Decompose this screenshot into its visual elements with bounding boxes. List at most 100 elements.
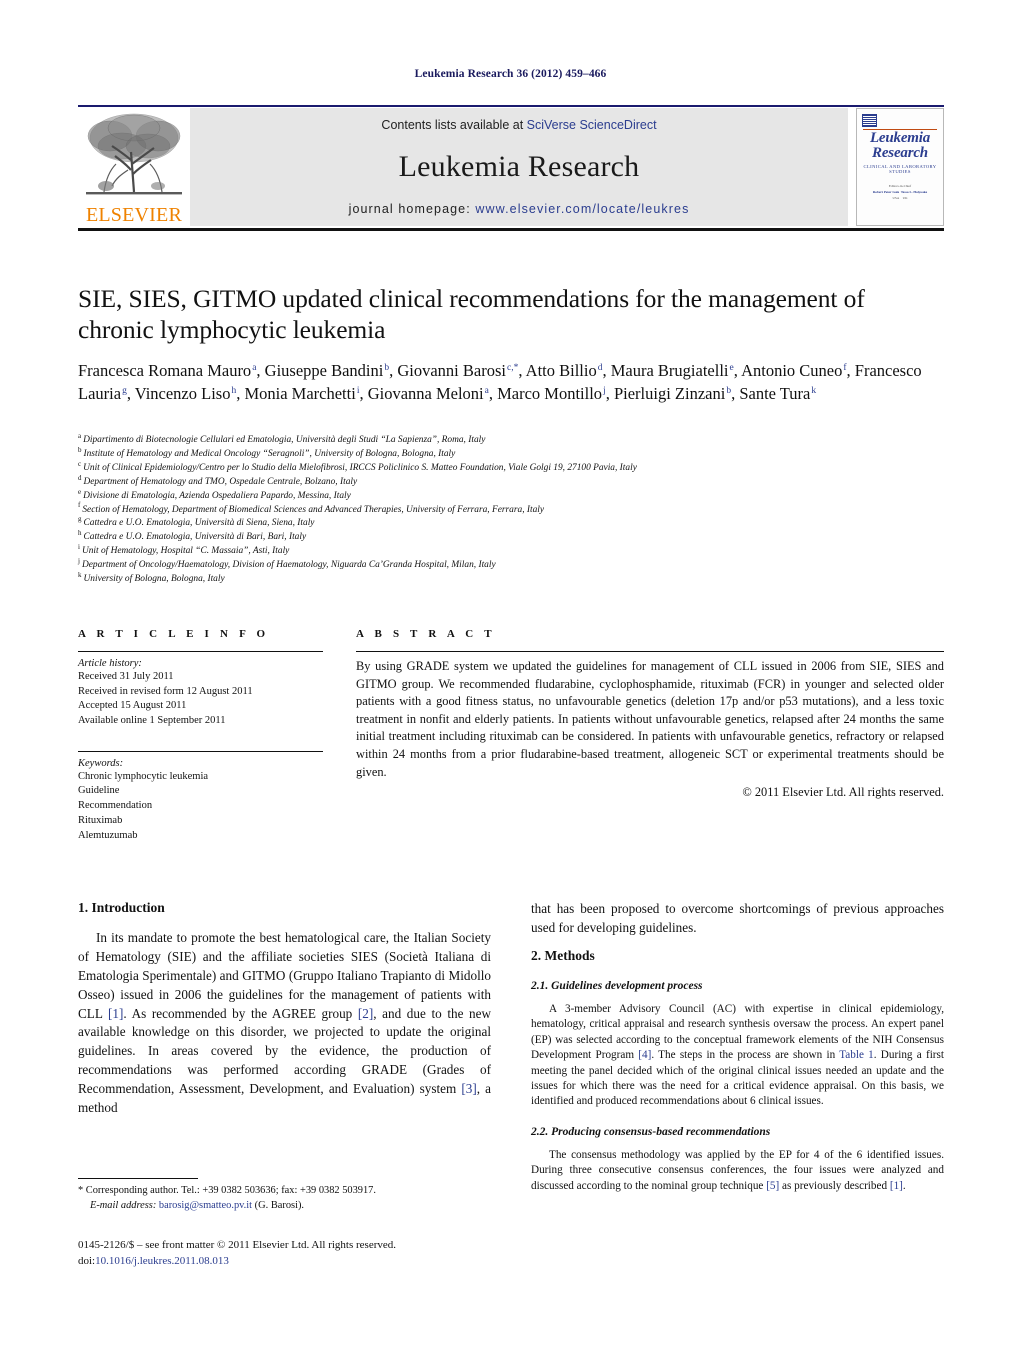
title-block: SIE, SIES, GITMO updated clinical recomm… [78, 283, 944, 405]
email-label: E-mail address: [90, 1199, 157, 1211]
paper-page: Leukemia Research 36 (2012) 459–466 ELSE… [0, 0, 1021, 1351]
email-link[interactable]: barosig@smatteo.pv.it [159, 1200, 252, 1211]
citation-5[interactable]: [5] [766, 1180, 779, 1192]
cover-editor-b: Tessa L. Holyoake [900, 189, 928, 194]
journal-masthead: ELSEVIER Contents lists available at Sci… [78, 105, 944, 231]
affiliation-text: Department of Oncology/Haematology, Divi… [81, 560, 496, 571]
cover-publisher-badge-icon [862, 114, 877, 127]
citation-2[interactable]: [2] [358, 1006, 373, 1021]
author-separator: , [126, 384, 135, 404]
affiliation-item: e Divisione di Ematologia, Azienda Ospeda… [78, 488, 944, 504]
author-name: Giovanna Meloni [367, 384, 484, 404]
article-info-column: A R T I C L E I N F O Article history: R… [78, 628, 323, 843]
keyword-item: Alemtuzumab [78, 829, 138, 841]
affiliation-text: Cattedra e U.O. Ematologia, Università d… [83, 518, 315, 529]
elsevier-logo: ELSEVIER [78, 108, 190, 226]
cover-editors-block: Editors-in-Chief Robert Peter Gale Tessa… [861, 183, 939, 201]
table-1-link[interactable]: Table 1 [839, 1049, 874, 1061]
affiliation-item: k University of Bologna, Bologna, Italy [78, 571, 944, 587]
journal-banner: Contents lists available at SciVerse Sci… [190, 108, 848, 226]
corresponding-author-footnote: * Corresponding author. Tel.: +39 0382 5… [78, 1178, 491, 1214]
author-separator: , [602, 361, 611, 381]
abstract-rule [356, 651, 944, 652]
author-name: Sante Tura [739, 384, 811, 404]
author-name: Marco Montillo [497, 384, 603, 404]
affiliation-item: g Cattedra e U.O. Ematologia, Università … [78, 516, 944, 531]
keyword-item: Guideline [78, 785, 120, 797]
keywords-lines: Chronic lymphocytic leukemia Guideline Rec… [78, 770, 323, 843]
article-history-item: Available online 1 September 2011 [78, 715, 226, 727]
subsection-heading-guidelines-development: 2.1. Guidelines development process [531, 979, 703, 992]
article-history-item: Accepted 15 August 2011 [78, 700, 187, 712]
homepage-url-link[interactable]: www.elsevier.com/locate/leukres [475, 202, 689, 216]
author-separator: , [846, 361, 855, 381]
article-history-item: Received in revised form 12 August 2011 [78, 685, 253, 697]
affiliation-item: d Department of Hematology and TMO, Osped… [78, 474, 944, 490]
author-separator: , [605, 384, 614, 404]
affiliation-item: f Section of Hematology, Department of Bi… [78, 502, 944, 518]
doi-label: doi: [78, 1254, 96, 1267]
sciencedirect-link[interactable]: SciVerse ScienceDirect [527, 118, 657, 132]
affiliation-text: Cattedra e U.O. Ematologia, Università d… [83, 532, 307, 543]
section-heading-methods: 2. Methods [531, 947, 595, 963]
author-separator: , [518, 361, 526, 381]
article-history-title: Article history: [78, 658, 142, 669]
abstract-column: A B S T R A C T By using GRADE system we… [356, 628, 944, 843]
methods-paragraph-2: The consensus methodology was applied by… [531, 1148, 944, 1194]
cover-editor-a: Robert Peter Gale [872, 189, 900, 194]
footnote-rule [78, 1178, 198, 1179]
journal-cover-thumbnail: Leukemia Research Clinical and Laborator… [856, 108, 944, 226]
citation-4[interactable]: [4] [638, 1049, 651, 1061]
elsevier-tree-icon [86, 113, 182, 195]
abstract-heading: A B S T R A C T [356, 628, 496, 640]
doi-link[interactable]: 10.1016/j.leukres.2011.08.013 [95, 1255, 229, 1267]
abstract-text: By using GRADE system we updated the gui… [356, 659, 944, 779]
cover-editor-a-country: USA [892, 195, 900, 200]
author-affiliation-marker: k [811, 385, 817, 396]
methods1-text-b: . The steps in the process are shown in [651, 1049, 840, 1062]
body-columns: 1. Introduction In its mandate to promot… [78, 900, 944, 1204]
author-name: Monia Marchetti [244, 384, 356, 404]
cover-title-line2: Research [872, 145, 928, 162]
author-name: Vincenzo Liso [134, 384, 231, 404]
methods2-text-b: as previously described [779, 1179, 890, 1192]
citation-3[interactable]: [3] [461, 1081, 476, 1096]
article-info-rule [78, 651, 323, 652]
affiliation-item: c Unit of Clinical Epidemiology/Centro pe… [78, 460, 944, 476]
subsection-heading-consensus-recommendations: 2.2. Producing consensus-based recommend… [531, 1125, 771, 1138]
keyword-item: Recommendation [78, 800, 153, 812]
citation-1[interactable]: [1] [108, 1006, 123, 1021]
intro-paragraph: In its mandate to promote the best hemat… [78, 929, 491, 1118]
affiliation-text: Institute of Hematology and Medical Onco… [83, 448, 456, 459]
abstract-copyright: © 2011 Elsevier Ltd. All rights reserved… [742, 785, 944, 800]
cover-title-line1: Leukemia [869, 130, 931, 146]
contents-available-line: Contents lists available at SciVerse Sci… [381, 118, 656, 132]
cover-editor-b-country: UK [902, 195, 908, 200]
body-column-left: 1. Introduction In its mandate to promot… [78, 900, 491, 1204]
email-owner: (G. Barosi). [254, 1199, 305, 1211]
author-separator: , [733, 361, 742, 381]
doi-line: doi:10.1016/j.leukres.2011.08.013 [78, 1254, 638, 1270]
author-separator: , [488, 384, 498, 404]
page-title: SIE, SIES, GITMO updated clinical recomm… [78, 284, 865, 345]
author-name: Pierluigi Zinzani [613, 384, 726, 404]
author-name: Maura Brugiatelli [610, 361, 729, 381]
affiliation-item: i Unit of Hematology, Hospital “C. Massai… [78, 544, 944, 559]
author-name: Atto Billio [525, 361, 597, 381]
journal-title: Leukemia Research [398, 150, 640, 183]
author-name: Antonio Cuneo [741, 361, 843, 381]
issn-copyright-line: 0145-2126/$ – see front matter © 2011 El… [78, 1239, 397, 1251]
citation-1-repeat[interactable]: [1] [890, 1180, 903, 1192]
homepage-prefix: journal homepage: [348, 202, 476, 216]
methods2-text-c: . [902, 1179, 906, 1192]
email-line: E-mail address: barosig@smatteo.pv.it (G… [78, 1199, 491, 1214]
affiliation-item: h Cattedra e U.O. Ematologia, Università … [78, 530, 944, 545]
methods-paragraph-1: A 3-member Advisory Council (AC) with ex… [531, 1002, 944, 1110]
author-name: Francesca Romana Mauro [78, 361, 252, 381]
affiliation-text: Unit of Hematology, Hospital “C. Massaia… [81, 546, 290, 557]
affiliation-list: a Dipartimento di Biotecnologie Cellulari… [78, 432, 944, 587]
author-name: Giovanni Barosi [397, 361, 506, 381]
affiliation-item: a Dipartimento di Biotecnologie Cellulari… [78, 432, 944, 448]
imprint-block: 0145-2126/$ – see front matter © 2011 El… [78, 1238, 638, 1270]
author-separator: , [359, 384, 368, 404]
